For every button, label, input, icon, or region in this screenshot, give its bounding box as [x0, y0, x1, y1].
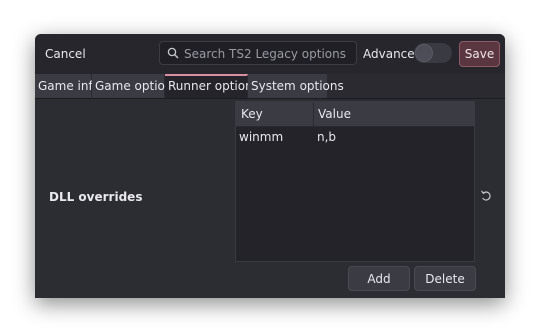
tab-bar: Game info Game options Runner options Sy…: [35, 74, 505, 99]
reset-icon[interactable]: [480, 189, 492, 203]
search-icon: [167, 47, 179, 59]
column-header-key[interactable]: Key: [241, 102, 314, 126]
toggle-knob: [415, 44, 433, 62]
runner-options-panel: DLL overrides Key Value winmm n,b Add De…: [35, 99, 505, 298]
tab-system-options[interactable]: System options: [248, 74, 344, 98]
delete-button[interactable]: Delete: [414, 266, 476, 291]
save-button[interactable]: Save: [459, 41, 500, 67]
add-button[interactable]: Add: [348, 266, 410, 291]
search-box[interactable]: [159, 41, 357, 65]
advanced-toggle[interactable]: [414, 43, 452, 63]
header-bar: Cancel Advanced Save: [35, 34, 505, 75]
cancel-button[interactable]: Cancel: [45, 47, 86, 61]
row-value-cell[interactable]: n,b: [317, 130, 336, 144]
dll-overrides-table[interactable]: Key Value winmm n,b: [235, 101, 475, 262]
table-header: Key Value: [236, 102, 474, 127]
preferences-window: Cancel Advanced Save Game info Game opti…: [35, 34, 505, 298]
tab-game-options[interactable]: Game options: [92, 74, 179, 98]
column-header-value[interactable]: Value: [318, 102, 351, 126]
row-key-cell[interactable]: winmm: [239, 130, 283, 144]
dll-overrides-label: DLL overrides: [49, 190, 143, 204]
tab-game-info[interactable]: Game info: [35, 74, 100, 98]
search-input[interactable]: [182, 44, 356, 64]
tab-runner-options[interactable]: Runner options: [165, 74, 259, 98]
